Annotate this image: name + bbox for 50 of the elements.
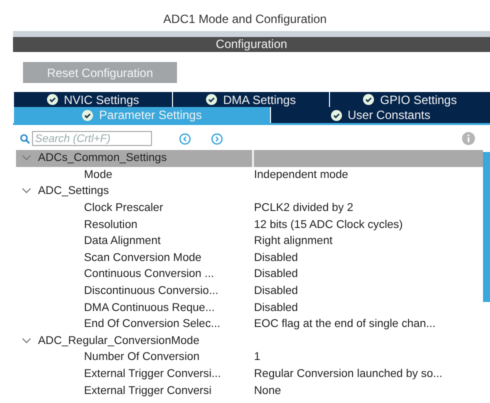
parameter-name: Scan Conversion Mode (83, 252, 202, 264)
tree-group-row[interactable]: ADC_Settings (16, 183, 483, 200)
check-icon (363, 94, 374, 105)
section-header: Configuration (13, 37, 490, 52)
parameter-value[interactable]: EOC flag at the end of single chan... (252, 318, 483, 330)
parameter-value[interactable]: Disabled (252, 302, 483, 314)
parameter-name: Data Alignment (83, 235, 162, 248)
search-icon (20, 134, 30, 144)
next-icon[interactable] (211, 132, 223, 144)
parameter-value[interactable]: None (252, 384, 483, 397)
chevron-down-icon[interactable] (22, 338, 31, 344)
window-title: ADC1 Mode and Configuration (162, 11, 328, 28)
parameter-name: DMA Continuous Reque... (83, 302, 216, 314)
tab[interactable]: User Constants (270, 107, 490, 123)
scrollbar[interactable] (483, 152, 490, 302)
parameter-value[interactable]: Regular Conversion launched by so... (252, 368, 483, 380)
search-field[interactable]: Search (Crtl+F) (32, 131, 152, 146)
tab[interactable]: NVIC Settings (13, 92, 172, 107)
parameter-name: Continuous Conversion ... (83, 268, 215, 280)
chevron-down-icon[interactable] (22, 155, 31, 162)
tab[interactable]: DMA Settings (172, 92, 329, 107)
parameter-name: End Of Conversion Selec... (83, 318, 222, 330)
group-label: ADC_Settings (38, 185, 109, 198)
tree-group-row[interactable]: ADC_Regular_ConversionMode (16, 332, 483, 350)
parameter-name: Resolution (83, 218, 138, 231)
tab[interactable]: GPIO Settings (329, 92, 490, 107)
info-icon[interactable] (462, 132, 475, 145)
parameter-name: Clock Prescaler (83, 202, 164, 214)
parameter-value[interactable]: Disabled (252, 285, 483, 298)
parameter-name: External Trigger Conversi (83, 384, 212, 397)
previous-icon[interactable] (179, 132, 191, 144)
parameter-name: Discontinuous Conversio... (83, 285, 220, 298)
check-icon (46, 94, 58, 105)
parameter-value[interactable]: Right alignment (252, 235, 483, 248)
parameter-value[interactable]: Disabled (252, 252, 483, 264)
chevron-down-icon[interactable] (22, 188, 31, 194)
parameter-value[interactable]: PCLK2 divided by 2 (252, 202, 483, 214)
check-icon (82, 110, 94, 120)
parameter-value[interactable]: Independent mode (252, 168, 483, 181)
parameter-value[interactable]: Disabled (252, 268, 483, 280)
tree-group-row[interactable]: ADCs_Common_Settings (16, 150, 483, 167)
parameter-name: Mode (83, 168, 114, 181)
check-icon (206, 94, 218, 105)
parameter-value[interactable]: 12 bits (15 ADC Clock cycles) (252, 218, 483, 231)
group-label: ADC_Regular_ConversionMode (38, 334, 200, 347)
group-label: ADCs_Common_Settings (38, 152, 167, 164)
check-icon (330, 110, 342, 120)
parameter-name: External Trigger Conversi... (83, 368, 222, 380)
parameter-name: Number Of Conversion (83, 351, 201, 364)
parameter-value[interactable]: 1 (252, 351, 483, 364)
